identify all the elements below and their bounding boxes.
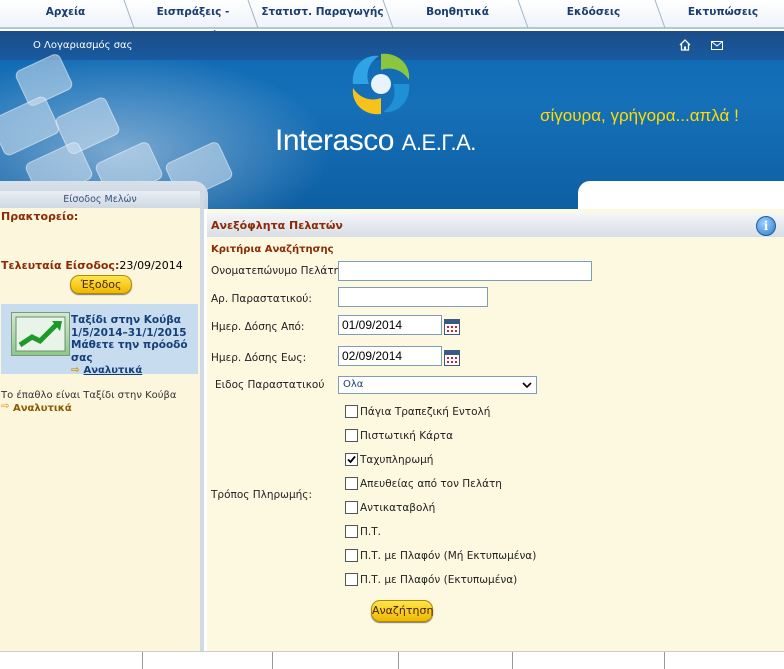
slogan: σίγουρα, γρήγορα...απλά ! xyxy=(540,106,739,125)
last-login-value: 23/09/2014 xyxy=(119,259,183,272)
calendar-icon[interactable] xyxy=(444,319,460,335)
prize-text: Το έπαθλο είναι Ταξίδι στην Κούβα xyxy=(1,390,177,401)
customer-name-label: Ονοματεπώνυμο Πελάτη: xyxy=(211,265,344,277)
prize-details-link[interactable]: Αναλυτικά xyxy=(13,403,72,414)
promo-details-link[interactable]: Αναλυτικά xyxy=(83,365,142,376)
date-from-input[interactable] xyxy=(338,315,442,335)
top-navigation: Αρχεία Εισπράξεις - Πληρωμές Στατιστ. Πα… xyxy=(0,0,784,42)
promo-line2: 1/5/2014–31/1/2015 xyxy=(71,326,187,339)
footer-divider xyxy=(398,652,399,669)
checkbox-label: Ταχυπληρωμή xyxy=(360,454,434,466)
checkbox-credit-card[interactable] xyxy=(345,429,358,442)
checkbox-standing-order[interactable] xyxy=(345,405,358,418)
brand-text: Interasco xyxy=(275,124,394,157)
checkbox-pt-plafond-unprinted[interactable] xyxy=(345,549,358,562)
page-title: Ανεξόφλητα Πελατών xyxy=(211,219,343,232)
arrow-icon: ⇨ xyxy=(71,364,80,376)
checkbox-label: Αντικαταβολή xyxy=(360,502,436,514)
sidebar: Είσοδος Μελών Πρακτορείο: Τελευταία Είσο… xyxy=(0,191,204,651)
checkbox-label: Π.Τ. xyxy=(360,526,381,538)
logout-button[interactable]: Έξοδος xyxy=(70,275,132,294)
checkbox-label: Πιστωτική Κάρτα xyxy=(360,430,453,442)
interasco-logo xyxy=(352,53,410,115)
check-icon xyxy=(347,455,356,464)
header-banner: Ο Λογαριασμός σας Interasco Α.Ε.Γ.Α. σίγ… xyxy=(0,31,784,209)
brand-suffix: Α.Ε.Γ.Α. xyxy=(401,130,477,155)
agency-label: Πρακτορείο: xyxy=(1,210,79,223)
promo-image xyxy=(11,312,70,356)
payment-method-label: Τρόπος Πληρωμής: xyxy=(211,489,313,501)
growth-chart-icon xyxy=(15,316,66,352)
checkbox-label: Πάγια Τραπεζική Εντολή xyxy=(360,406,491,418)
criteria-title: Κριτήρια Αναζήτησης xyxy=(211,244,334,255)
info-icon[interactable]: i xyxy=(756,216,776,236)
footer-divider xyxy=(664,652,665,669)
promo-line1: Ταξίδι στην Κούβα xyxy=(71,314,181,326)
main-panel: Ανεξόφλητα Πελατών i Κριτήρια Αναζήτησης… xyxy=(207,209,784,651)
promo-text: Ταξίδι στην Κούβα 1/5/2014–31/1/2015 Μάθ… xyxy=(71,314,198,378)
doc-number-input[interactable] xyxy=(338,287,488,307)
footer-divider xyxy=(512,652,513,669)
checkbox-cash-on-delivery[interactable] xyxy=(345,501,358,514)
doc-number-label: Αρ. Παραστατικού: xyxy=(211,293,312,305)
chevron-down-icon xyxy=(522,382,532,389)
home-icon[interactable] xyxy=(679,39,691,51)
account-link[interactable]: Ο Λογαριασμός σας xyxy=(33,40,133,51)
doc-type-label: Ειδος Παραστατικού xyxy=(215,379,325,391)
search-button[interactable]: Αναζήτηση xyxy=(371,600,433,622)
doc-type-select[interactable]: Ολα xyxy=(338,376,537,394)
checkbox-pt[interactable] xyxy=(345,525,358,538)
doc-type-value: Ολα xyxy=(343,379,364,390)
checkbox-pt-plafond-printed[interactable] xyxy=(345,573,358,586)
footer-bar xyxy=(0,651,784,669)
date-from-label: Ημερ. Δόσης Από: xyxy=(211,321,305,333)
checkbox-label: Π.Τ. με Πλαφόν (Μή Εκτυπωμένα) xyxy=(360,550,537,562)
arrow-icon: ⇨ xyxy=(1,401,10,412)
last-login-label: Τελευταία Είσοδος: xyxy=(1,259,120,272)
date-to-input[interactable] xyxy=(338,346,442,366)
calendar-icon[interactable] xyxy=(444,350,460,366)
promo-line3: Μάθετε την πρόοδό σας xyxy=(71,339,188,364)
right-tab-shape xyxy=(578,181,784,209)
footer-divider xyxy=(272,652,273,669)
last-login: Τελευταία Είσοδος:23/09/2014 xyxy=(1,259,183,272)
promo-box[interactable]: Ταξίδι στην Κούβα 1/5/2014–31/1/2015 Μάθ… xyxy=(1,304,198,376)
footer-divider xyxy=(142,652,143,669)
checkbox-label: Απευθείας από τον Πελάτη xyxy=(360,478,502,490)
main-header: Ανεξόφλητα Πελατών i xyxy=(207,213,784,237)
brand-name: Interasco Α.Ε.Γ.Α. xyxy=(275,124,476,158)
mail-icon[interactable] xyxy=(711,41,723,50)
sidebar-header: Είσοδος Μελών xyxy=(0,191,200,208)
promo-link-row: ⇨ Αναλυτικά xyxy=(71,364,198,378)
date-to-label: Ημερ. Δόσης Εως: xyxy=(211,352,307,364)
checkbox-direct-from-customer[interactable] xyxy=(345,477,358,490)
checkbox-express-payment[interactable] xyxy=(345,453,358,466)
checkbox-label: Π.Τ. με Πλαφόν (Εκτυπωμένα) xyxy=(360,574,518,586)
tab-separators xyxy=(123,0,666,29)
customer-name-input[interactable] xyxy=(338,261,592,281)
